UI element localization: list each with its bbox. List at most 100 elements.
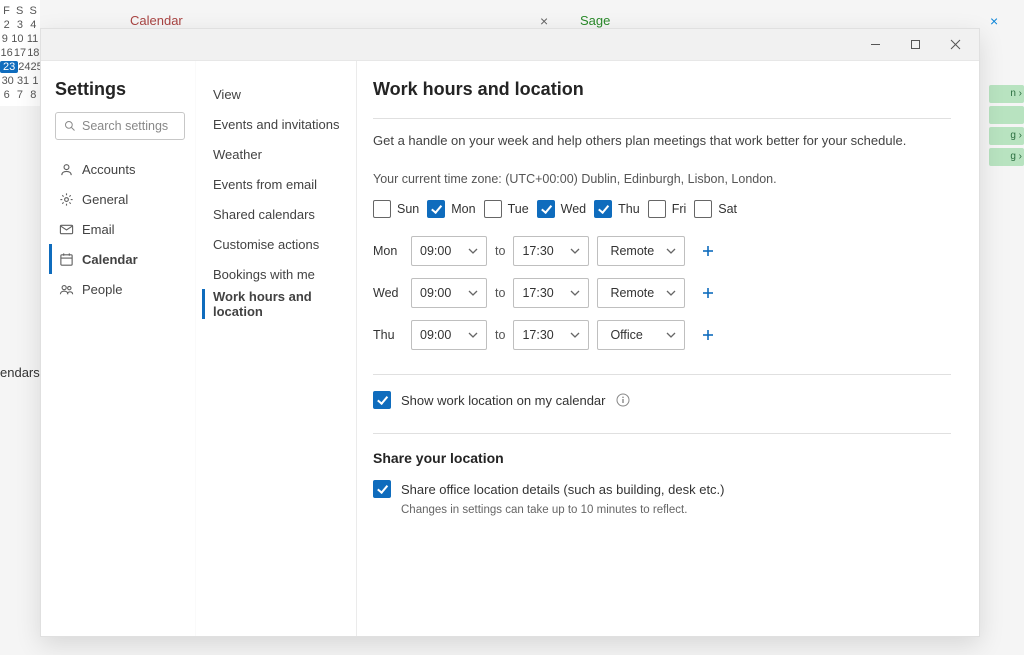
day-option-mon[interactable]: Mon — [427, 200, 475, 218]
day-label: Fri — [672, 202, 687, 216]
chevron-down-icon — [468, 330, 478, 340]
add-schedule-button[interactable] — [693, 278, 723, 308]
nav-item-accounts[interactable]: Accounts — [49, 154, 185, 184]
day-checkbox-mon[interactable] — [427, 200, 445, 218]
bg-text-endars: endars — [0, 365, 40, 380]
day-label: Sat — [718, 202, 737, 216]
day-option-tue[interactable]: Tue — [484, 200, 529, 218]
schedule-day-label: Mon — [373, 244, 403, 258]
page-heading: Work hours and location — [373, 79, 951, 100]
end-time-dropdown[interactable]: 17:30 — [513, 236, 589, 266]
location-dropdown[interactable]: Remote — [597, 236, 685, 266]
close-icon — [950, 39, 961, 50]
schedule-row-thu: Thu09:00to17:30Office — [373, 320, 951, 350]
minimize-icon — [870, 39, 881, 50]
day-option-fri[interactable]: Fri — [648, 200, 687, 218]
share-details-label: Share office location details (such as b… — [401, 482, 725, 497]
window-close-button[interactable] — [935, 29, 975, 61]
chevron-down-icon — [468, 246, 478, 256]
calendar-icon — [58, 251, 74, 267]
day-option-thu[interactable]: Thu — [594, 200, 640, 218]
chevron-down-icon — [666, 330, 676, 340]
plus-icon — [701, 286, 715, 300]
timezone-label: Your current time zone: (UTC+00:00) Dubl… — [373, 172, 951, 186]
start-time-dropdown[interactable]: 09:00 — [411, 236, 487, 266]
subnav-item-events-and-invitations[interactable]: Events and invitations — [202, 109, 346, 139]
nav-item-label: Calendar — [82, 252, 138, 267]
page-description: Get a handle on your week and help other… — [373, 133, 951, 148]
to-label: to — [495, 244, 505, 258]
end-time-dropdown[interactable]: 17:30 — [513, 278, 589, 308]
nav-item-label: Email — [82, 222, 115, 237]
subnav-item-view[interactable]: View — [202, 79, 346, 109]
day-checkbox-fri[interactable] — [648, 200, 666, 218]
day-label: Sun — [397, 202, 419, 216]
subnav-item-work-hours-and-location[interactable]: Work hours and location — [202, 289, 346, 319]
subnav-item-bookings-with-me[interactable]: Bookings with me — [202, 259, 346, 289]
start-time-dropdown[interactable]: 09:00 — [411, 320, 487, 350]
settings-nav: Settings Accounts General Email Calendar Peo… — [41, 61, 196, 636]
schedule-day-label: Thu — [373, 328, 403, 342]
day-checkbox-thu[interactable] — [594, 200, 612, 218]
plus-icon — [701, 244, 715, 258]
window-titlebar — [41, 29, 979, 61]
nav-item-calendar[interactable]: Calendar — [49, 244, 185, 274]
subnav-item-shared-calendars[interactable]: Shared calendars — [202, 199, 346, 229]
day-option-wed[interactable]: Wed — [537, 200, 586, 218]
day-checkbox-sat[interactable] — [694, 200, 712, 218]
day-option-sat[interactable]: Sat — [694, 200, 737, 218]
day-label: Wed — [561, 202, 586, 216]
subnav-item-events-from-email[interactable]: Events from email — [202, 169, 346, 199]
day-checkbox-tue[interactable] — [484, 200, 502, 218]
show-location-option[interactable]: Show work location on my calendar — [373, 391, 951, 409]
bg-tab-calendar-close: × — [540, 13, 548, 29]
search-settings-input[interactable] — [82, 119, 176, 133]
nav-item-people[interactable]: People — [49, 274, 185, 304]
share-location-heading: Share your location — [373, 450, 951, 466]
settings-dialog: Settings Accounts General Email Calendar Peo… — [40, 28, 980, 637]
window-minimize-button[interactable] — [855, 29, 895, 61]
nav-item-label: Accounts — [82, 162, 135, 177]
schedule-row-wed: Wed 09:00 to 17:30 Remote — [373, 278, 951, 308]
chevron-down-icon — [666, 246, 676, 256]
settings-title: Settings — [55, 79, 185, 100]
people-icon — [58, 281, 74, 297]
subnav-item-weather[interactable]: Weather — [202, 139, 346, 169]
nav-item-label: People — [82, 282, 122, 297]
schedule-day-label: Wed — [373, 286, 403, 300]
day-label: Tue — [508, 202, 529, 216]
search-settings-box[interactable] — [55, 112, 185, 140]
day-checkbox-wed[interactable] — [537, 200, 555, 218]
nav-item-general[interactable]: General — [49, 184, 185, 214]
show-location-checkbox[interactable] — [373, 391, 391, 409]
nav-item-email[interactable]: Email — [49, 214, 185, 244]
bg-tab-sage: Sage — [580, 13, 610, 28]
maximize-icon — [910, 39, 921, 50]
day-option-sun[interactable]: Sun — [373, 200, 419, 218]
end-time-dropdown[interactable]: 17:30 — [513, 320, 589, 350]
add-schedule-button[interactable] — [693, 236, 723, 266]
chevron-down-icon — [468, 288, 478, 298]
gear-icon — [58, 191, 74, 207]
window-maximize-button[interactable] — [895, 29, 935, 61]
nav-item-label: General — [82, 192, 128, 207]
location-dropdown[interactable]: Office — [597, 320, 685, 350]
info-icon[interactable] — [616, 393, 630, 407]
share-details-option[interactable]: Share office location details (such as b… — [373, 480, 951, 498]
location-dropdown[interactable]: Remote — [597, 278, 685, 308]
settings-content: Work hours and location Get a handle on … — [356, 61, 979, 636]
day-checkbox-sun[interactable] — [373, 200, 391, 218]
share-details-note: Changes in settings can take up to 10 mi… — [401, 504, 951, 516]
day-label: Mon — [451, 202, 475, 216]
bg-mini-calendar: FSS2349101116171823242530311678 — [0, 0, 40, 106]
add-schedule-button[interactable] — [693, 320, 723, 350]
show-location-label: Show work location on my calendar — [401, 393, 606, 408]
bg-tab-sage-close: × — [990, 13, 998, 29]
schedule-row-mon: Mon 09:00 to 17:30 Remote — [373, 236, 951, 266]
to-label: to — [495, 286, 505, 300]
share-details-checkbox[interactable] — [373, 480, 391, 498]
start-time-dropdown[interactable]: 09:00 — [411, 278, 487, 308]
day-label: Thu — [618, 202, 640, 216]
subnav-item-customise-actions[interactable]: Customise actions — [202, 229, 346, 259]
work-days-row: Sun Mon Tue Wed Thu Fri Sat — [373, 200, 951, 218]
